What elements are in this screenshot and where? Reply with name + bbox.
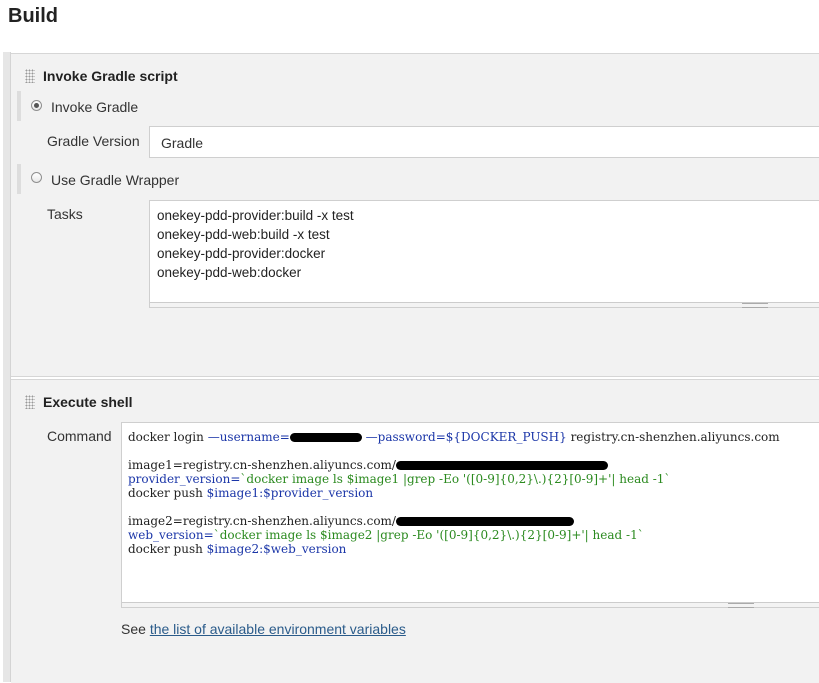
- invoke-gradle-label: Invoke Gradle: [51, 99, 139, 115]
- code-token: image1=registry.cn-shenzhen.aliyuncs.com…: [128, 458, 396, 472]
- invoke-gradle-section: Invoke Gradle script Invoke Gradle Gradl…: [11, 53, 819, 377]
- command-label: Command: [47, 428, 112, 444]
- resize-grip-icon: [728, 603, 754, 608]
- tasks-textarea[interactable]: onekey-pdd-provider:build -x test onekey…: [149, 200, 819, 308]
- build-steps-gutter: [3, 52, 11, 682]
- command-textarea[interactable]: docker login —username= —password=${DOCK…: [121, 422, 819, 608]
- gradle-version-value: Gradle: [161, 135, 204, 151]
- code-token: $image1:$provider_version: [206, 486, 374, 500]
- command-line-1: docker login —username= —password=${DOCK…: [128, 430, 780, 444]
- redacted-image-path: [395, 517, 574, 526]
- command-line-6: web_version=`docker image ls $image2 |gr…: [128, 528, 644, 542]
- see-text: See: [121, 621, 150, 637]
- code-token: —password=${DOCKER_PUSH}: [361, 430, 571, 444]
- command-line-4: docker push $image1:$provider_version: [128, 486, 373, 500]
- gradle-version-select[interactable]: Gradle: [149, 126, 819, 158]
- code-token: registry.cn-shenzhen.aliyuncs.com: [570, 430, 780, 444]
- redacted-username: [289, 433, 362, 442]
- use-gradle-wrapper-radio[interactable]: [31, 172, 42, 183]
- redacted-image-path: [395, 461, 608, 470]
- code-token: image2=registry.cn-shenzhen.aliyuncs.com…: [128, 514, 396, 528]
- section-title: Execute shell: [43, 394, 133, 410]
- code-token: —username=: [207, 430, 290, 444]
- radio-row-marker: [17, 164, 21, 194]
- code-token: $image2:$web_version: [206, 542, 347, 556]
- code-token: docker push: [128, 486, 207, 500]
- code-token: docker login: [128, 430, 208, 444]
- command-line-2: image1=registry.cn-shenzhen.aliyuncs.com…: [128, 458, 608, 472]
- drag-handle-icon[interactable]: [25, 395, 35, 409]
- code-token: `docker image ls $image2 |grep -Eo '([0-…: [213, 528, 644, 542]
- execute-shell-section: Execute shell Command docker login —user…: [11, 379, 819, 683]
- section-title: Invoke Gradle script: [43, 68, 178, 84]
- gradle-version-label: Gradle Version: [47, 133, 140, 149]
- command-line-7: docker push $image2:$web_version: [128, 542, 346, 556]
- code-token: web_version=: [128, 528, 214, 542]
- command-resize-handle[interactable]: [122, 602, 819, 608]
- tasks-label: Tasks: [47, 206, 83, 222]
- invoke-gradle-radio[interactable]: [31, 100, 42, 111]
- radio-row-marker: [17, 91, 21, 121]
- env-vars-hint: See the list of available environment va…: [121, 621, 406, 637]
- command-line-3: provider_version=`docker image ls $image…: [128, 472, 670, 486]
- resize-grip-icon: [742, 303, 768, 308]
- use-gradle-wrapper-label: Use Gradle Wrapper: [51, 172, 180, 188]
- code-token: provider_version=: [128, 472, 241, 486]
- drag-handle-icon[interactable]: [25, 69, 35, 83]
- tasks-resize-handle[interactable]: [150, 302, 819, 308]
- page-title: Build: [8, 5, 58, 27]
- code-token: docker push: [128, 542, 207, 556]
- env-vars-link[interactable]: the list of available environment variab…: [150, 621, 406, 637]
- command-line-5: image2=registry.cn-shenzhen.aliyuncs.com…: [128, 514, 574, 528]
- code-token: `docker image ls $image1 |grep -Eo '([0-…: [240, 472, 671, 486]
- tasks-text: onekey-pdd-provider:build -x test onekey…: [157, 208, 354, 280]
